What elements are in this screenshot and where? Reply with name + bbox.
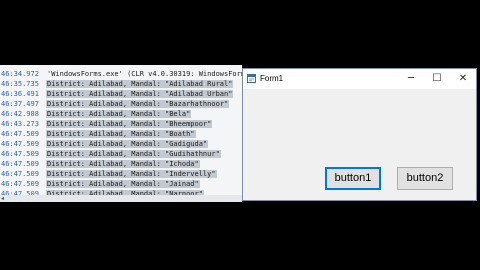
form1-window[interactable]: Form1 ─ ☐ ✕ button1 button2 [242, 68, 477, 201]
output-console[interactable]: 46:34.972 'WindowsForms.exe' (CLR v4.0.30… [0, 65, 242, 202]
console-line[interactable]: 46:34.972 'WindowsForms.exe' (CLR v4.0.30… [0, 69, 242, 79]
console-timestamp: 46:47.509 [1, 130, 39, 138]
console-line[interactable]: 46:47.509 District: Adilabad, Mandal: "Ic… [0, 159, 200, 169]
console-message[interactable]: District: Adilabad, Mandal: "Bheempoor" [46, 120, 213, 128]
console-horizontal-scrollbar[interactable]: ◂ [0, 195, 242, 202]
console-message[interactable]: District: Adilabad, Mandal: "Bazarhathno… [46, 100, 230, 108]
console-timestamp: 46:42.988 [1, 110, 39, 118]
console-line[interactable]: 46:35.735 District: Adilabad, Mandal: "Ad… [0, 79, 234, 89]
form-client-area: button1 button2 [243, 89, 476, 200]
console-timestamp: 46:47.509 [1, 150, 39, 158]
console-timestamp: 46:47.509 [1, 160, 39, 168]
console-message[interactable]: District: Adilabad, Mandal: "Adilabad Ru… [46, 80, 234, 88]
form-app-icon [247, 74, 256, 83]
console-timestamp: 46:43.273 [1, 120, 39, 128]
console-line[interactable]: 46:47.509 District: Adilabad, Mandal: "Ja… [0, 179, 200, 189]
console-timestamp: 46:47.509 [1, 170, 39, 178]
chevron-left-icon[interactable]: ◂ [1, 195, 7, 202]
window-title: Form1 [260, 74, 284, 83]
console-message[interactable]: District: Adilabad, Mandal: "Ichoda" [46, 160, 200, 168]
console-message[interactable]: 'WindowsForms.exe' (CLR v4.0.30319: Wind… [46, 70, 242, 78]
console-line[interactable]: 46:42.988 District: Adilabad, Mandal: "Be… [0, 109, 192, 119]
button2[interactable]: button2 [397, 167, 453, 190]
minimize-button[interactable]: ─ [398, 70, 424, 88]
button1[interactable]: button1 [325, 167, 381, 190]
console-message[interactable]: District: Adilabad, Mandal: "Gadiguda" [46, 140, 209, 148]
console-timestamp: 46:36.491 [1, 90, 39, 98]
title-bar[interactable]: Form1 ─ ☐ ✕ [243, 69, 476, 89]
maximize-button[interactable]: ☐ [424, 70, 450, 88]
console-timestamp: 46:47.509 [1, 180, 39, 188]
console-timestamp: 46:35.735 [1, 80, 39, 88]
console-timestamp: 46:34.972 [1, 70, 39, 78]
console-line[interactable]: 46:47.509 District: Adilabad, Mandal: "Gu… [0, 149, 221, 159]
console-line[interactable]: 46:37.497 District: Adilabad, Mandal: "Ba… [0, 99, 230, 109]
console-timestamp: 46:37.497 [1, 100, 39, 108]
console-message[interactable]: District: Adilabad, Mandal: "Indervelly" [46, 170, 217, 178]
console-message[interactable]: District: Adilabad, Mandal: "Jainad" [46, 180, 200, 188]
console-line[interactable]: 46:47.509 District: Adilabad, Mandal: "Bo… [0, 129, 196, 139]
console-message[interactable]: District: Adilabad, Mandal: "Boath" [46, 130, 196, 138]
console-line[interactable]: 46:47.509 District: Adilabad, Mandal: "In… [0, 169, 217, 179]
close-button[interactable]: ✕ [450, 70, 476, 88]
console-timestamp: 46:47.509 [1, 140, 39, 148]
console-line[interactable]: 46:47.509 District: Adilabad, Mandal: "Ga… [0, 139, 209, 149]
console-message[interactable]: District: Adilabad, Mandal: "Gudihathnur… [46, 150, 221, 158]
console-line[interactable]: 46:36.491 District: Adilabad, Mandal: "Ad… [0, 89, 234, 99]
console-line[interactable]: 46:43.273 District: Adilabad, Mandal: "Bh… [0, 119, 213, 129]
console-message[interactable]: District: Adilabad, Mandal: "Bela" [46, 110, 192, 118]
console-message[interactable]: District: Adilabad, Mandal: "Adilabad Ur… [46, 90, 234, 98]
